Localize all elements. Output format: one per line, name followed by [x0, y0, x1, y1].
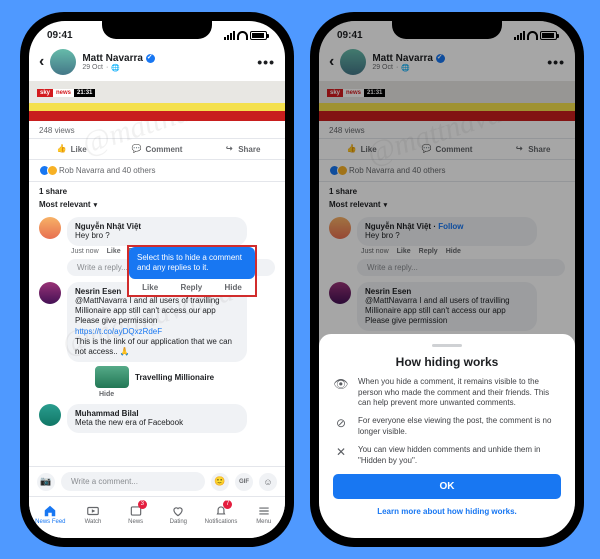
link-preview[interactable]: Travelling Millionaire	[95, 366, 275, 388]
post-date: 29 Oct	[82, 64, 103, 71]
hiding-sheet: How hiding works 👁 When you hide a commen…	[319, 334, 575, 538]
comment-text: @MattNavarra I and all users of travilli…	[75, 296, 239, 326]
tab-dating[interactable]: Dating	[157, 497, 200, 532]
close-icon: ✕	[333, 445, 349, 466]
comment-text: This is the link of our application that…	[75, 337, 239, 357]
preview-thumb	[95, 366, 129, 388]
sheet-line: When you hide a comment, it remains visi…	[358, 377, 561, 408]
phone-right: @mattnavarra 09:41 ‹ Matt Navarra 29 Oct…	[310, 12, 584, 547]
tab-notifications[interactable]: Notifications7	[200, 497, 243, 532]
sort-dropdown[interactable]: Most relevant▾	[29, 198, 285, 214]
badge: 7	[223, 500, 232, 509]
reaction-haha-icon	[47, 165, 58, 176]
comment-text: Hey bro ?	[75, 231, 239, 241]
sky-news-chyron: skynews21:31	[37, 89, 95, 97]
sheet-grabber[interactable]	[432, 344, 462, 347]
signal-icon	[224, 31, 235, 40]
status-time: 09:41	[47, 30, 73, 41]
tooltip-like[interactable]: Like	[142, 283, 158, 292]
badge: 3	[138, 500, 147, 509]
eye-icon: 👁	[333, 377, 349, 408]
preview-title: Travelling Millionaire	[135, 373, 214, 382]
author-name[interactable]: Matt Navarra	[82, 53, 143, 64]
post-header: ‹ Matt Navarra 29 Oct · 🌐 •••	[29, 45, 285, 81]
share-button[interactable]: ↪Share	[200, 139, 285, 159]
post-media[interactable]: skynews21:31	[29, 81, 285, 121]
commenter-avatar[interactable]	[39, 404, 61, 426]
notch	[102, 21, 212, 39]
comment-like[interactable]: Like	[107, 248, 121, 255]
tooltip-hide[interactable]: Hide	[225, 283, 242, 292]
share-icon: ↪	[224, 144, 234, 154]
eye-off-icon: ⊘	[333, 416, 349, 437]
learn-more-link[interactable]: Learn more about how hiding works.	[333, 507, 561, 516]
wifi-icon	[237, 31, 248, 40]
tab-bar: News Feed Watch News3 Dating Notificatio…	[29, 496, 285, 538]
notch	[392, 21, 502, 39]
comment-bubble[interactable]: Muhammad Bilal Meta the new era of Faceb…	[67, 404, 247, 433]
comment-bubble[interactable]: Nguyễn Nhật Việt Hey bro ?	[67, 217, 247, 246]
comment-item: Muhammad Bilal Meta the new era of Faceb…	[29, 401, 285, 436]
more-button[interactable]: •••	[257, 54, 275, 70]
house-icon	[43, 504, 57, 518]
verified-icon	[146, 54, 155, 63]
tab-menu[interactable]: Menu	[242, 497, 285, 532]
sheet-title: How hiding works	[333, 355, 561, 369]
battery-icon	[250, 31, 267, 40]
comment-composer: 📷 Write a comment... 🙂 GIF ☺	[29, 466, 285, 496]
globe-icon: 🌐	[111, 64, 120, 72]
chevron-down-icon: ▾	[94, 201, 98, 209]
compose-input[interactable]: Write a comment...	[61, 472, 205, 491]
back-button[interactable]: ‹	[39, 53, 44, 71]
tab-news[interactable]: News3	[114, 497, 157, 532]
menu-icon	[257, 504, 271, 518]
share-count[interactable]: 1 share	[29, 182, 285, 198]
comment-time: Just now	[71, 248, 99, 255]
sheet-line: For everyone else viewing the post, the …	[358, 416, 561, 437]
commenter-name: Nguyễn Nhật Việt	[75, 222, 239, 231]
commenter-name: Muhammad Bilal	[75, 409, 239, 418]
avatar-icon[interactable]: 🙂	[211, 473, 229, 491]
sheet-line: You can view hidden comments and unhide …	[358, 445, 561, 466]
action-row: 👍Like 💬Comment ↪Share	[29, 138, 285, 160]
phone-left: @mattnavarra @mattnavarra 09:41 ‹	[20, 12, 294, 547]
sticker-icon[interactable]: ☺	[259, 473, 277, 491]
view-count: 248 views	[29, 121, 285, 138]
tooltip-reply[interactable]: Reply	[180, 283, 202, 292]
tooltip-text: Select this to hide a comment and any re…	[129, 247, 255, 279]
hide-tooltip: Select this to hide a comment and any re…	[127, 245, 257, 297]
tab-watch[interactable]: Watch	[72, 497, 115, 532]
heart-icon	[171, 504, 185, 518]
reactions-text: Rob Navarra and 40 others	[59, 166, 156, 175]
commenter-avatar[interactable]	[39, 217, 61, 239]
gif-icon[interactable]: GIF	[235, 473, 253, 491]
reactions-row[interactable]: Rob Navarra and 40 others	[29, 160, 285, 182]
watch-icon	[86, 504, 100, 518]
comment-item: Nesrin Esen @MattNavarra I and all users…	[29, 279, 285, 401]
author-avatar[interactable]	[50, 49, 76, 75]
ok-button[interactable]: OK	[333, 474, 561, 499]
like-icon: 👍	[57, 144, 67, 154]
camera-icon[interactable]: 📷	[37, 473, 55, 491]
comment-text: Meta the new era of Facebook	[75, 418, 239, 428]
comment-button[interactable]: 💬Comment	[114, 139, 199, 159]
like-button[interactable]: 👍Like	[29, 139, 114, 159]
tab-feed[interactable]: News Feed	[29, 497, 72, 532]
commenter-avatar[interactable]	[39, 282, 61, 304]
comment-icon: 💬	[132, 144, 142, 154]
comment-link[interactable]: https://t.co/ayDQxzRdeF	[75, 327, 162, 336]
comment-hide[interactable]: Hide	[99, 391, 275, 398]
